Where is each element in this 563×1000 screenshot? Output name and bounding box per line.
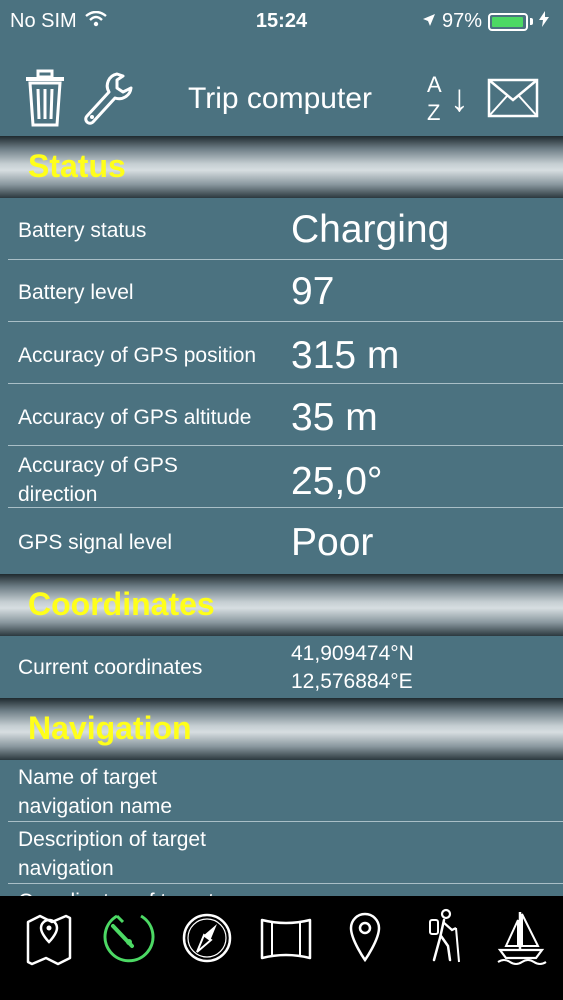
section-title-status: Status (28, 148, 126, 184)
email-button[interactable] (487, 70, 539, 130)
section-title-navigation: Navigation (28, 710, 192, 746)
row-target-name: Name of target navigation name (0, 760, 563, 822)
map-icon (20, 914, 80, 970)
row-gps-direction-accuracy: Accuracy of GPS direction 25,0° (0, 446, 563, 508)
section-header-navigation: Navigation (0, 698, 563, 760)
battery-icon (488, 12, 528, 31)
row-gps-signal-level: GPS signal level Poor (0, 508, 563, 574)
row-value: 315 m (291, 334, 400, 377)
row-label: Battery status (18, 219, 147, 242)
wrench-icon (83, 70, 135, 131)
hiker-icon (414, 908, 474, 970)
row-value: Poor (291, 521, 374, 564)
tab-map[interactable] (20, 906, 80, 966)
trash-icon (24, 69, 66, 132)
charging-bolt-icon (539, 10, 549, 33)
row-gps-altitude-accuracy: Accuracy of GPS altitude 35 m (0, 384, 563, 446)
location-pin-icon (335, 912, 395, 970)
row-value: 97 (291, 270, 335, 313)
row-battery-level: Battery level 97 (0, 260, 563, 322)
longitude-value: 12,576884°E (291, 670, 413, 693)
location-arrow-icon (422, 10, 436, 33)
row-label: Coordinates of target (18, 887, 214, 896)
battery-cap (530, 18, 533, 25)
row-target-description: Description of target navigation (0, 822, 563, 884)
sailboat-icon (492, 912, 552, 970)
sort-letter-a: A (427, 72, 442, 97)
status-bar: No SIM 15:24 97% (0, 0, 563, 44)
row-label-line2: navigation (18, 857, 114, 880)
row-gps-position-accuracy: Accuracy of GPS position 315 m (0, 322, 563, 384)
row-label: Current coordinates (18, 656, 203, 679)
row-label-line1: Description of target (18, 828, 206, 851)
battery-fill (492, 16, 524, 27)
row-label: Name of target navigation name (18, 763, 172, 821)
row-label-line1: Accuracy of GPS (18, 454, 178, 477)
row-label-line2: navigation name (18, 795, 173, 818)
row-label: GPS signal level (18, 531, 173, 554)
tab-sailing[interactable] (492, 906, 552, 966)
row-label: Accuracy of GPS position (18, 344, 257, 367)
latitude-value: 41,909474°N (291, 642, 414, 665)
trip-computer-icon (99, 914, 159, 970)
sort-az-icon: A Z ↓ (422, 72, 472, 128)
settings-button[interactable] (84, 70, 134, 130)
row-current-coordinates: Current coordinates 41,909474°N 12,57688… (0, 636, 563, 698)
compass-icon (177, 913, 237, 970)
panorama-icon (256, 918, 316, 970)
row-label: Accuracy of GPS altitude (18, 406, 252, 429)
tab-hiking[interactable] (414, 906, 474, 966)
row-label: Description of target navigation (18, 825, 206, 883)
tab-bar (0, 896, 563, 1000)
row-label: Battery level (18, 281, 134, 304)
row-value: 25,0° (291, 460, 383, 503)
row-label-line2: direction (18, 483, 98, 506)
row-target-coordinates: Coordinates of target (0, 884, 563, 896)
delete-button[interactable] (20, 69, 70, 132)
toolbar: Trip computer A Z ↓ (0, 60, 563, 140)
row-label: Accuracy of GPS direction (18, 451, 178, 509)
mail-icon (487, 78, 539, 123)
tab-panorama[interactable] (256, 906, 316, 966)
sort-arrow: ↓ (450, 78, 469, 120)
sort-button[interactable]: A Z ↓ (422, 70, 472, 130)
tab-location[interactable] (335, 906, 395, 966)
battery-percent: 97% (441, 10, 482, 32)
sort-letter-z: Z (427, 100, 441, 125)
tab-trip-computer[interactable] (99, 906, 159, 966)
row-value: 35 m (291, 396, 378, 439)
section-header-status: Status (0, 136, 563, 198)
row-value: Charging (291, 208, 450, 251)
section-header-coordinates: Coordinates (0, 574, 563, 636)
coordinates-value: 41,909474°N 12,576884°E (291, 640, 414, 696)
section-title-coordinates: Coordinates (28, 586, 215, 622)
row-label-line1: Name of target (18, 766, 157, 789)
row-battery-status: Battery status Charging (0, 198, 563, 260)
page-title: Trip computer (188, 82, 372, 115)
tab-compass[interactable] (177, 906, 237, 966)
